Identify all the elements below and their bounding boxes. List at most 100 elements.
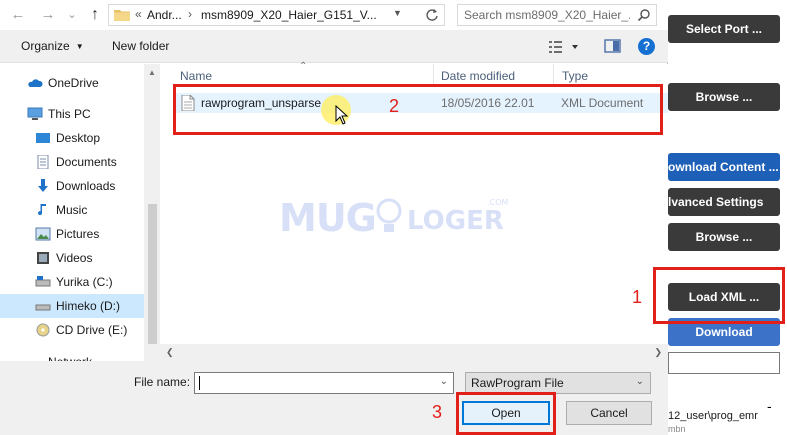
column-header: ⌃ Name Date modified Type [160,61,668,86]
sidebar-item-label: Documents [56,155,117,169]
annotation-step-3: 3 [432,402,443,422]
column-date-modified[interactable]: Date modified [441,69,515,83]
file-name-label: File name: [134,375,191,389]
chevron-down-icon[interactable]: ▼ [393,8,402,18]
sidebar-scrollbar[interactable]: ▲ [144,64,160,370]
annotation-step-1: 1 [632,287,643,307]
computer-icon [27,107,43,120]
scroll-right-icon[interactable]: ❯ [654,347,662,358]
chevron-down-icon[interactable]: ⌄ [440,376,448,387]
app-dash: - [767,398,772,414]
column-divider[interactable] [553,64,554,86]
annotation-box-load-xml [653,267,785,324]
file-name-combobox[interactable]: ⌄ [194,372,454,394]
watermark: MUG LOGER .COM [279,196,511,242]
breadcrumb-item[interactable]: msm8909_X20_Haier_G151_V... [201,8,377,22]
sidebar-item-label: Himeko (D:) [56,299,121,313]
search-icon [637,9,650,22]
browse-button[interactable]: Browse ... [668,83,780,111]
lightbulb-icon [376,198,402,232]
sidebar-item-label: CD Drive (E:) [56,323,128,337]
recent-locations-icon[interactable]: ⌄ [62,5,82,25]
sidebar-item-videos[interactable]: Videos [0,246,144,270]
search-input[interactable] [464,7,630,23]
music-icon [38,204,46,216]
watermark-text: MUG [279,196,377,240]
sidebar-item-himeko-d[interactable]: Himeko (D:) [0,294,144,318]
sidebar-item-yurika-c[interactable]: Yurika (C:) [0,270,144,294]
app-path-text: 12_user\prog_emr [668,410,758,422]
sidebar-item-label: Pictures [56,227,100,241]
change-view-icon[interactable] [548,38,584,56]
sidebar-item-onedrive[interactable]: OneDrive [0,71,144,95]
column-name[interactable]: Name [180,69,212,83]
sidebar-item-label: Music [56,203,88,217]
folder-icon [114,10,130,21]
advanced-settings-button[interactable]: lvanced Settings [668,188,780,216]
sidebar-item-downloads[interactable]: Downloads [0,174,144,198]
sidebar-item-pictures[interactable]: Pictures [0,222,144,246]
select-port-button[interactable]: Select Port ... [668,15,780,43]
file-type-selected: RawProgram File [471,376,564,390]
address-bar[interactable]: « Andr... › msm8909_X20_Haier_G151_V... … [108,4,445,26]
search-box[interactable] [457,4,657,26]
app-path-text: mbn [668,424,686,434]
videos-icon [37,252,49,264]
sidebar-item-this-pc[interactable]: This PC [0,102,144,126]
sidebar-item-label: OneDrive [48,76,99,90]
annotation-box-file [173,84,663,135]
mouse-pointer-icon [335,105,349,125]
sidebar-item-label: This PC [48,107,91,121]
app-text-field[interactable] [668,352,780,374]
scroll-up-icon[interactable]: ▲ [148,68,156,77]
help-icon[interactable]: ? [638,38,655,55]
chevron-down-icon: ▼ [75,42,84,52]
scrollbar-thumb[interactable] [148,204,157,344]
column-divider[interactable] [433,64,434,86]
documents-icon [37,155,49,169]
back-icon[interactable]: ← [8,5,28,25]
up-folder-icon[interactable]: ↑ [85,5,105,25]
cd-drive-icon [36,323,50,337]
sidebar-item-label: Videos [56,251,93,265]
organize-label: Organize [21,39,70,53]
preview-pane-icon[interactable] [604,38,622,54]
dialog-footer: File name: ⌄ RawProgram File ⌄ Open Canc… [0,361,668,435]
horizontal-scrollbar[interactable]: ❮ ❯ [160,344,668,361]
breadcrumb-separator[interactable]: › [188,7,192,21]
new-folder-button[interactable]: New folder [112,39,169,53]
watermark-text: LOGER [407,206,504,236]
sidebar-item-music[interactable]: Music [0,198,144,222]
cancel-button[interactable]: Cancel [566,401,652,425]
annotation-step-2: 2 [389,96,400,116]
sidebar-item-documents[interactable]: Documents [0,150,144,174]
annotation-box-open [456,392,556,435]
sidebar-item-label: Desktop [56,131,101,145]
navigation-pane: OneDrive This PC Desktop Documents Downl… [0,64,144,370]
drive-icon [35,304,51,311]
sidebar-item-label: Downloads [56,179,116,193]
downloads-icon [38,179,48,192]
column-type[interactable]: Type [562,69,588,83]
scroll-left-icon[interactable]: ❮ [166,347,174,358]
command-toolbar: Organize ▼ New folder ? [0,30,668,63]
browse-button[interactable]: Browse ... [668,223,780,251]
sort-indicator-icon: ⌃ [299,61,308,72]
file-name-input[interactable] [198,375,428,391]
forward-icon[interactable]: → [38,5,58,25]
navigation-bar: ← → ⌄ ↑ « Andr... › msm8909_X20_Haier_G1… [0,0,668,30]
refresh-icon[interactable] [425,7,439,23]
sidebar-item-label: Yurika (C:) [56,275,113,289]
drive-icon [35,276,51,287]
file-type-select[interactable]: RawProgram File ⌄ [465,372,651,394]
address-overflow[interactable]: « [135,7,142,21]
desktop-icon [36,133,50,143]
sidebar-item-desktop[interactable]: Desktop [0,126,144,150]
chevron-down-icon: ⌄ [635,376,644,387]
breadcrumb-item[interactable]: Andr... [147,8,182,22]
organize-button[interactable]: Organize ▼ [21,39,84,53]
sidebar-item-cd-drive-e[interactable]: CD Drive (E:) [0,318,144,342]
cloud-icon [28,79,43,87]
pictures-icon [35,227,51,241]
download-content-button[interactable]: ownload Content ... [668,153,780,181]
